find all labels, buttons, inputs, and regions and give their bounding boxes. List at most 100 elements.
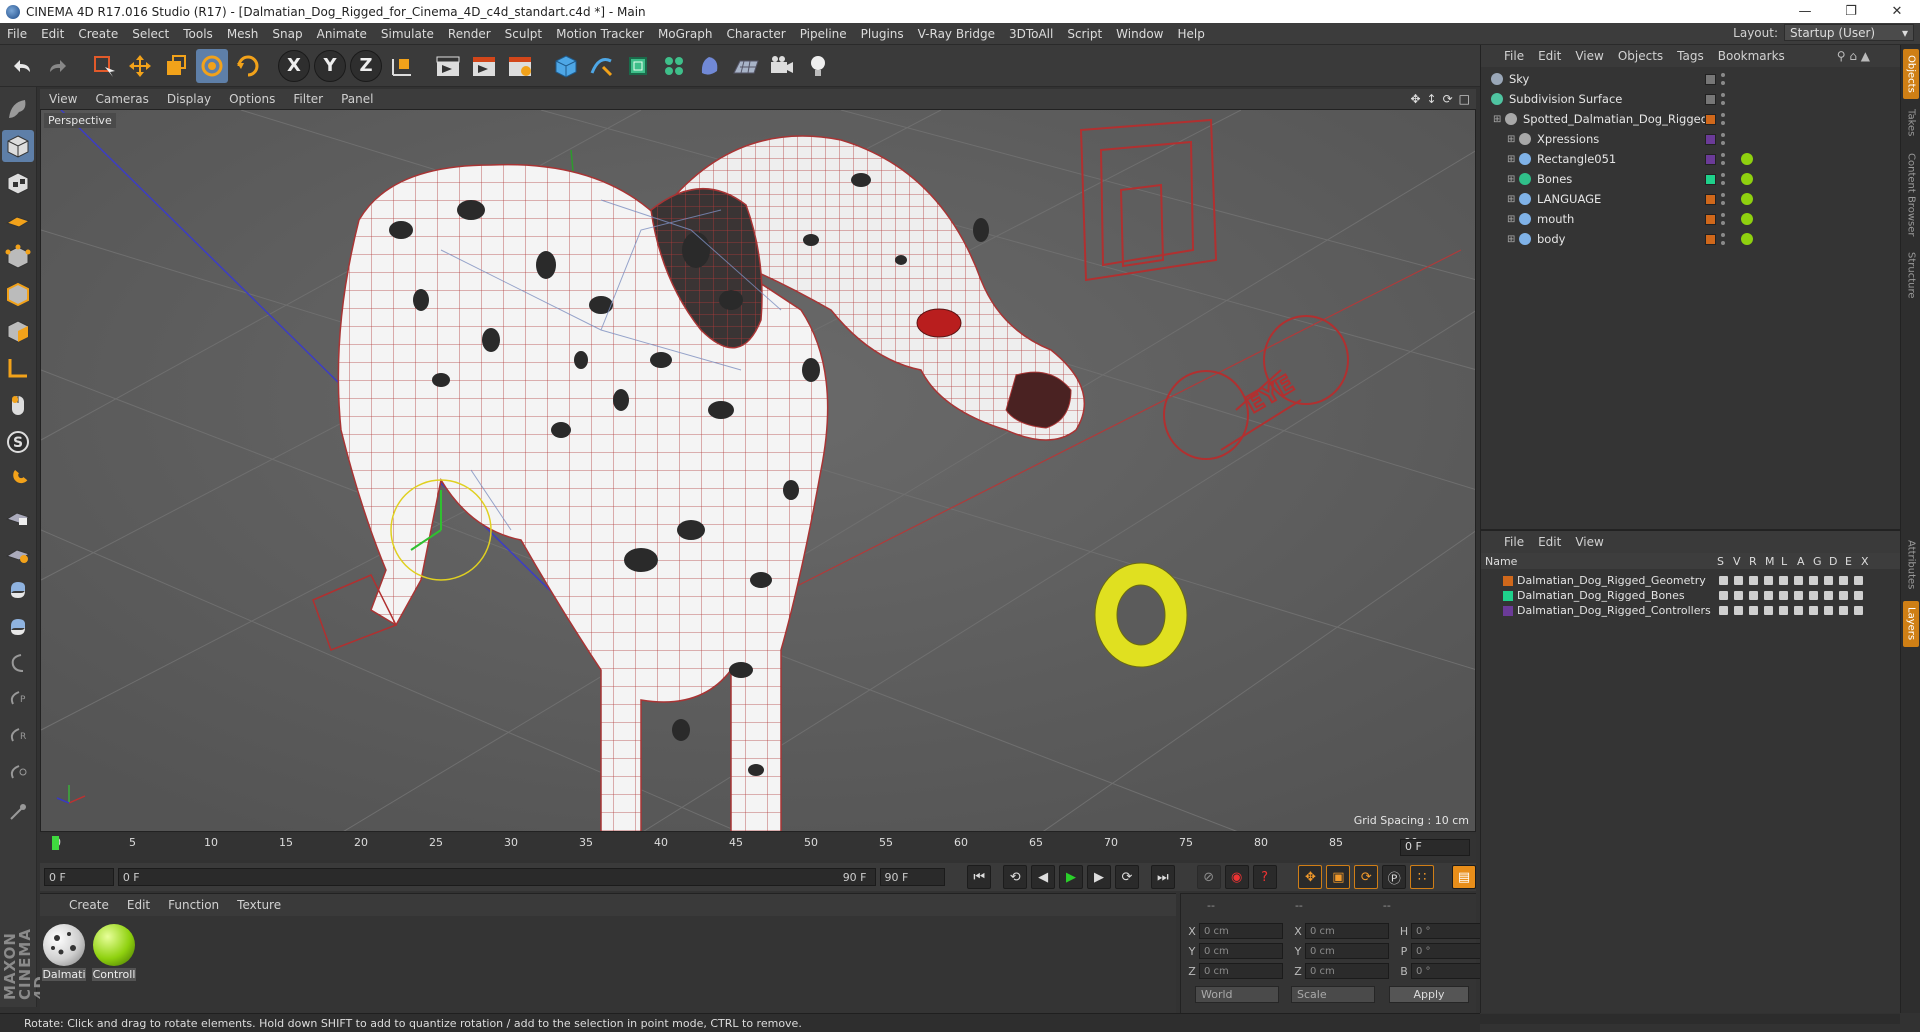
recent-tool-button[interactable]	[232, 49, 264, 83]
om-menu-bookmarks[interactable]: Bookmarks	[1711, 49, 1792, 63]
om-search-icon[interactable]: ⚲ ⌂ ▲	[1830, 49, 1900, 63]
frame-range-slider[interactable]: 0 F 90 F	[117, 868, 876, 886]
viewport-menu-view[interactable]: View	[40, 92, 86, 106]
menu-pipeline[interactable]: Pipeline	[793, 27, 854, 41]
start-frame-field[interactable]: 0 F	[44, 868, 114, 886]
play-button[interactable]: ▶	[1059, 865, 1083, 889]
visibility-dots-icon[interactable]	[1721, 133, 1726, 145]
key-position-button[interactable]: ✥	[1298, 865, 1323, 889]
tab-objects[interactable]: Objects	[1903, 49, 1919, 99]
visibility-dots-icon[interactable]	[1721, 233, 1726, 245]
visibility-dots-icon[interactable]	[1721, 153, 1726, 165]
rotate-tool-button[interactable]	[196, 48, 228, 83]
python-script-2-button[interactable]	[2, 611, 34, 643]
viewport-menu-panel[interactable]: Panel	[332, 92, 382, 106]
visibility-dots-icon[interactable]	[1721, 213, 1726, 225]
menu-mesh[interactable]: Mesh	[220, 27, 266, 41]
undo-button[interactable]	[6, 49, 38, 83]
points-mode-button[interactable]	[2, 241, 34, 273]
material-swatch-controllers[interactable]: Controll	[92, 924, 136, 981]
make-editable-button[interactable]	[2, 93, 34, 125]
go-to-start-button[interactable]: ⏮	[967, 865, 992, 889]
om-menu-edit[interactable]: Edit	[1531, 49, 1568, 63]
3d-viewport[interactable]: EYE Perspective Grid Spacing: 10 cm	[40, 109, 1476, 832]
tab-attributes[interactable]: Attributes	[1903, 533, 1919, 597]
viewport-menu-display[interactable]: Display	[158, 92, 220, 106]
layer-color-chip[interactable]	[1705, 153, 1716, 165]
material-menu-edit[interactable]: Edit	[118, 898, 159, 912]
position-z-field[interactable]: 0 cm	[1199, 963, 1283, 979]
layer-color-chip[interactable]	[1705, 233, 1716, 245]
menu-plugins[interactable]: Plugins	[854, 27, 911, 41]
visibility-dots-icon[interactable]	[1721, 113, 1726, 125]
render-view-button[interactable]	[432, 49, 464, 83]
magnet-button[interactable]	[2, 463, 34, 495]
layer-color-chip[interactable]	[1705, 213, 1716, 225]
previous-frame-button[interactable]: ◀	[1031, 865, 1056, 889]
viewport-menu-filter[interactable]: Filter	[284, 92, 332, 106]
menu-animate[interactable]: Animate	[310, 27, 374, 41]
add-light-button[interactable]	[802, 49, 834, 83]
position-x-field[interactable]: 0 cm	[1199, 923, 1283, 939]
viewport-rotate-icon[interactable]: ⟳	[1443, 92, 1453, 106]
layer-color-chip[interactable]	[1705, 133, 1716, 145]
python-script-button[interactable]	[2, 574, 34, 606]
tab-content-browser[interactable]: Content Browser	[1903, 147, 1919, 243]
menu-vray-bridge[interactable]: V-Ray Bridge	[911, 27, 1002, 41]
y-axis-lock-button[interactable]: Y	[314, 49, 346, 83]
go-to-end-button[interactable]: ⏭	[1150, 865, 1175, 889]
coordinate-mode-dropdown[interactable]: World	[1195, 986, 1279, 1003]
object-row[interactable]: ⊞ LANGUAGE	[1481, 189, 1901, 209]
layer-flag-toggles[interactable]	[1719, 576, 1863, 585]
viewport-move-icon[interactable]: ✥	[1410, 92, 1420, 106]
coordinate-system-button[interactable]	[386, 49, 418, 83]
menu-script[interactable]: Script	[1060, 27, 1109, 41]
object-row[interactable]: ⊞ body	[1481, 229, 1901, 249]
tab-structure[interactable]: Structure	[1903, 245, 1919, 305]
minimize-icon[interactable]: —	[1782, 0, 1828, 23]
menu-character[interactable]: Character	[719, 27, 792, 41]
previous-key-button[interactable]: ⟲	[1003, 865, 1028, 889]
expand-toggle-icon[interactable]: ⊞	[1507, 214, 1515, 225]
expand-toggle-icon[interactable]: ⊞	[1507, 134, 1515, 145]
axis-mode-button[interactable]	[2, 352, 34, 384]
layer-row[interactable]: Dalmatian_Dog_Rigged_Geometry	[1481, 573, 1901, 588]
size-z-field[interactable]: 0 cm	[1305, 963, 1389, 979]
visibility-dots-icon[interactable]	[1721, 73, 1726, 85]
key-rotation-button[interactable]: ⟳	[1354, 865, 1379, 889]
layer-color-swatch[interactable]	[1503, 605, 1513, 616]
add-camera-button[interactable]	[766, 49, 798, 83]
object-row[interactable]: ⊞ Rectangle051	[1481, 149, 1901, 169]
layer-menu-file[interactable]: File	[1497, 535, 1531, 549]
om-menu-view[interactable]: View	[1568, 49, 1610, 63]
render-to-picture-viewer-button[interactable]	[468, 49, 500, 83]
material-tag-icon[interactable]	[1741, 233, 1753, 245]
material-menu-texture[interactable]: Texture	[228, 898, 290, 912]
spline-tool-button[interactable]	[2, 648, 34, 680]
workplane-mode-button[interactable]	[2, 204, 34, 236]
edges-mode-button[interactable]	[2, 278, 34, 310]
object-row[interactable]: Subdivision Surface	[1481, 89, 1901, 109]
material-menu-create[interactable]: Create	[60, 898, 118, 912]
menu-render[interactable]: Render	[441, 27, 498, 41]
polygons-mode-button[interactable]	[2, 315, 34, 347]
menu-snap[interactable]: Snap	[265, 27, 309, 41]
layer-color-chip[interactable]	[1705, 113, 1716, 125]
layer-color-chip[interactable]	[1705, 73, 1716, 85]
om-menu-file[interactable]: File	[1497, 49, 1531, 63]
scale-tool-button[interactable]	[160, 49, 192, 83]
key-pla-button[interactable]: ∷	[1410, 865, 1435, 889]
layer-row[interactable]: Dalmatian_Dog_Rigged_Controllers	[1481, 603, 1901, 618]
material-tag-icon[interactable]	[1741, 153, 1753, 165]
maximize-icon[interactable]: ❐	[1828, 0, 1874, 23]
planar-workplane-button[interactable]	[2, 537, 34, 569]
om-menu-tags[interactable]: Tags	[1670, 49, 1711, 63]
size-y-field[interactable]: 0 cm	[1305, 943, 1389, 959]
menu-tools[interactable]: Tools	[176, 27, 220, 41]
next-key-button[interactable]: ⟳	[1114, 865, 1139, 889]
lock-workplane-button[interactable]	[2, 500, 34, 532]
expand-toggle-icon[interactable]: ⊞	[1507, 194, 1515, 205]
add-nurbs-button[interactable]	[622, 49, 654, 83]
redo-button[interactable]	[42, 49, 74, 83]
weight-tool-button[interactable]	[2, 759, 34, 791]
